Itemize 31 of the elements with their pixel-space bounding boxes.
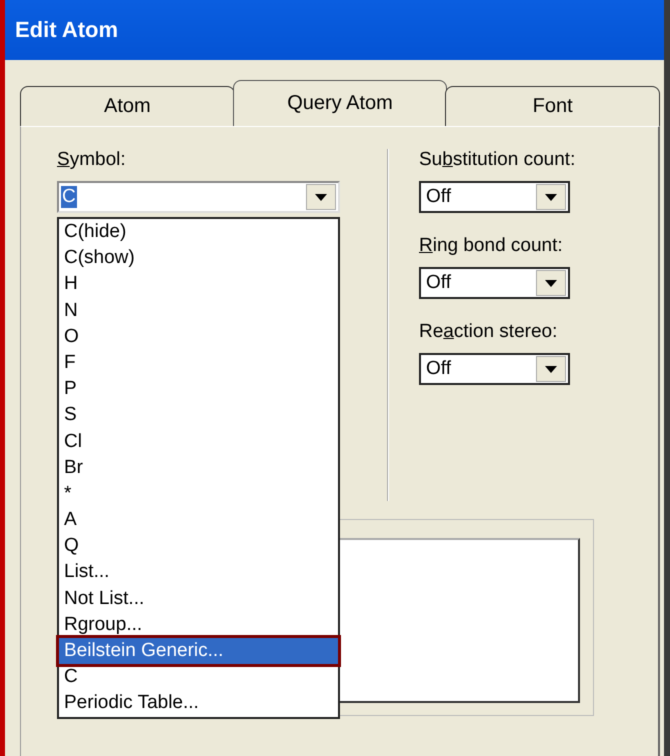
list-item[interactable]: Br bbox=[59, 454, 338, 481]
symbol-label: Symbol: bbox=[57, 149, 127, 171]
dropdown[interactable]: Off bbox=[419, 267, 570, 299]
tab[interactable]: Query Atom bbox=[232, 80, 448, 126]
list-item[interactable]: P bbox=[59, 376, 338, 402]
list-item[interactable]: Not List... bbox=[59, 586, 338, 612]
tab[interactable]: Atom bbox=[20, 86, 235, 126]
list-item[interactable]: Cl bbox=[59, 428, 338, 455]
field-label: Substitution count: bbox=[419, 149, 576, 171]
list-item[interactable]: Beilstein Generic... bbox=[59, 638, 338, 664]
list-item[interactable]: F bbox=[59, 350, 338, 376]
list-item[interactable]: C(hide) bbox=[59, 219, 338, 246]
tab[interactable]: Font bbox=[445, 86, 660, 126]
symbol-dropdown[interactable]: C bbox=[57, 181, 340, 213]
window-title: Edit Atom bbox=[15, 17, 118, 43]
list-item[interactable]: A bbox=[59, 507, 338, 534]
field-label: Ring bond count: bbox=[419, 235, 564, 257]
list-item[interactable]: * bbox=[59, 480, 338, 508]
dropdown[interactable]: Off bbox=[419, 353, 570, 385]
list-item[interactable]: C bbox=[59, 664, 338, 690]
list-item[interactable]: N bbox=[59, 298, 338, 324]
list-item[interactable]: Periodic Table... bbox=[59, 690, 338, 717]
field-label: Reaction stereo: bbox=[419, 321, 558, 343]
list-item[interactable]: Rgroup... bbox=[59, 612, 338, 638]
list-item[interactable]: O bbox=[59, 324, 338, 350]
list-item[interactable]: C(show) bbox=[59, 245, 338, 272]
list-item[interactable]: Q bbox=[59, 533, 338, 560]
dropdown[interactable]: Off bbox=[419, 181, 570, 213]
list-item[interactable]: List... bbox=[59, 559, 338, 586]
list-item[interactable]: S bbox=[59, 402, 338, 428]
list-item[interactable]: H bbox=[59, 271, 338, 298]
